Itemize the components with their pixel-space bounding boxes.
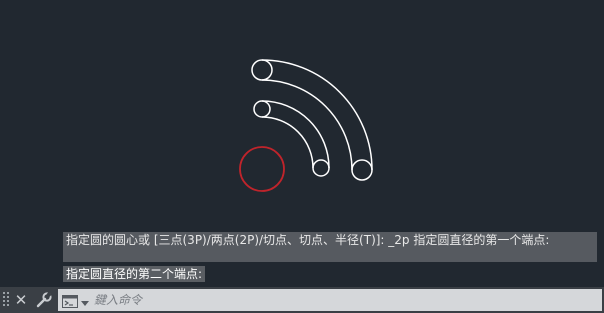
command-prompt-icon[interactable]: [62, 293, 78, 308]
close-icon[interactable]: ✕: [13, 290, 29, 310]
history-current-prompt: 指定圆直径的第二个端点:: [63, 266, 206, 282]
command-input[interactable]: [94, 289, 594, 311]
command-line-bar: ✕: [0, 287, 604, 313]
drag-handle[interactable]: [3, 292, 10, 308]
wrench-icon[interactable]: [35, 291, 53, 309]
dropdown-arrow-icon[interactable]: [80, 294, 90, 306]
preview-circle[interactable]: [239, 146, 285, 192]
inner-slot-arc[interactable]: [253, 100, 330, 177]
history-line: 指定圆的圆心或 [三点(3P)/两点(2P)/切点、切点、半径(T)]: _2p…: [63, 232, 597, 262]
command-input-box[interactable]: [58, 289, 602, 311]
command-history: 指定圆的圆心或 [三点(3P)/两点(2P)/切点、切点、半径(T)]: _2p…: [63, 232, 604, 282]
model-space-canvas[interactable]: 指定圆的圆心或 [三点(3P)/两点(2P)/切点、切点、半径(T)]: _2p…: [0, 0, 604, 313]
